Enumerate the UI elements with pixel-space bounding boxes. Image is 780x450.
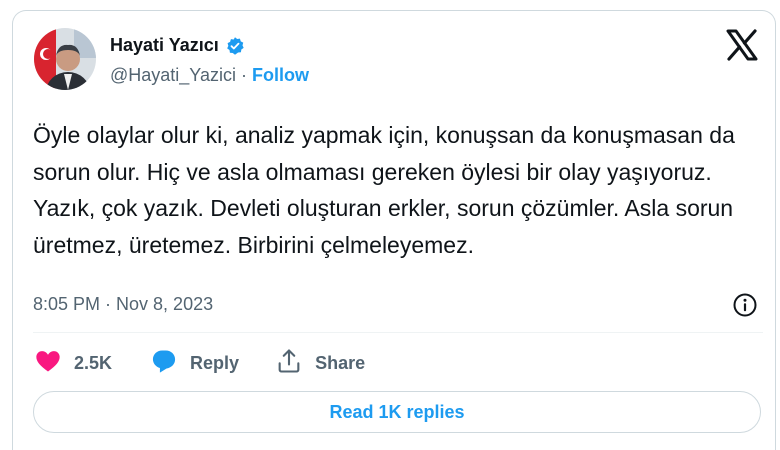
tweet-text: Öyle olaylar olur ki, analiz yapmak için… <box>33 122 742 258</box>
follow-button[interactable]: Follow <box>252 65 309 85</box>
author-name-row: Hayati Yazıcı <box>110 35 245 56</box>
author-handle[interactable]: @Hayati_Yazici <box>110 65 236 85</box>
timestamp[interactable]: 8:05 PM · Nov 8, 2023 <box>33 294 213 315</box>
verified-badge-icon <box>225 36 245 56</box>
share-icon <box>275 347 303 380</box>
handle-row: @Hayati_Yazici · Follow <box>110 65 309 86</box>
x-logo-icon[interactable] <box>724 27 760 63</box>
like-button[interactable]: 2.5K <box>34 347 112 380</box>
action-bar: 2.5K Reply Share <box>34 347 365 380</box>
info-icon[interactable] <box>732 292 758 318</box>
read-replies-button[interactable]: Read 1K replies <box>33 391 761 433</box>
author-name[interactable]: Hayati Yazıcı <box>110 35 219 56</box>
reply-label: Reply <box>190 353 240 373</box>
avatar[interactable] <box>34 28 96 90</box>
reply-button[interactable]: Reply <box>150 347 239 380</box>
read-replies-label: Read 1K replies <box>329 401 465 422</box>
share-label: Share <box>315 353 366 373</box>
divider <box>33 332 763 333</box>
handle-separator: · <box>241 65 247 85</box>
reply-bubble-icon <box>150 347 178 380</box>
share-button[interactable]: Share <box>275 347 365 380</box>
like-count: 2.5K <box>74 353 113 373</box>
heart-icon <box>34 347 62 380</box>
